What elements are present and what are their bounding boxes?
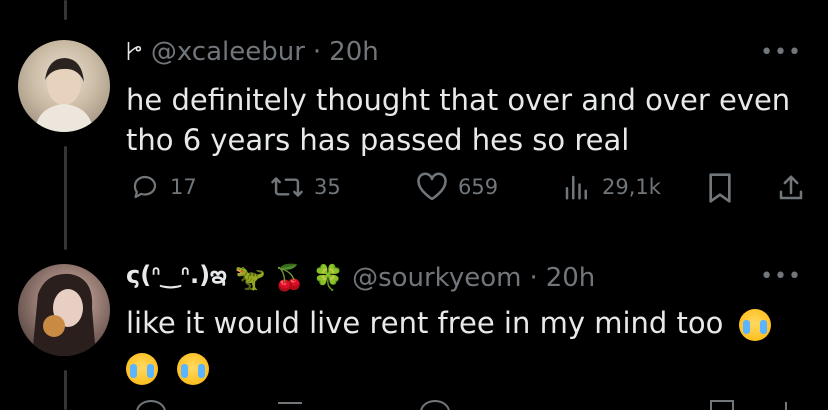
user-handle[interactable]: @sourkyeom — [352, 263, 521, 293]
retweet-icon[interactable] — [278, 402, 302, 410]
crying-emoji-icon — [738, 309, 771, 341]
tweet-header: ς(ᐢ‿ᐢ.)ఇ 🦖 🍒 🍀 @sourkyeom · 20h — [126, 261, 595, 295]
share-button[interactable] — [776, 172, 806, 204]
like-count: 659 — [458, 175, 499, 199]
share-icon[interactable] — [785, 402, 787, 410]
views-button[interactable]: 29,1k — [562, 172, 661, 202]
tweet-text: he definitely thought that over and over… — [126, 80, 790, 160]
clover-emoji-icon: 🍀 — [312, 263, 345, 292]
dot-separator: · — [312, 37, 322, 67]
tweet-actions: 17 35 659 29,1k — [130, 172, 810, 212]
user-handle[interactable]: @xcaleebur — [151, 37, 305, 67]
tweet-text-line — [126, 347, 771, 387]
reply-icon[interactable] — [136, 400, 166, 410]
timestamp[interactable]: 20h — [546, 263, 596, 293]
display-name[interactable]: ς(ᐢ‿ᐢ.)ఇ — [126, 261, 227, 295]
timestamp[interactable]: 20h — [329, 37, 379, 67]
views-bar-icon — [565, 175, 587, 200]
tweet-text-line: tho 6 years has passed hes so real — [126, 123, 630, 157]
view-count: 29,1k — [602, 175, 661, 199]
retweet-icon — [271, 177, 303, 197]
thread-connector-top — [64, 0, 67, 20]
retweet-button[interactable]: 35 — [270, 172, 341, 202]
reply-button[interactable]: 17 — [130, 172, 197, 202]
tweet-text: like it would live rent free in my mind … — [126, 303, 771, 387]
avatar[interactable] — [18, 264, 110, 356]
heart-icon[interactable] — [420, 400, 450, 410]
like-button[interactable]: 659 — [416, 172, 498, 202]
more-options-button[interactable]: ••• — [760, 40, 802, 65]
tweet-actions-partial — [130, 400, 810, 410]
more-horizontal-icon: ••• — [760, 264, 802, 289]
reply-icon — [133, 175, 157, 199]
avatar-portrait — [34, 58, 94, 132]
dot-separator: · — [529, 263, 538, 293]
display-name-glyph[interactable]: ꔵ — [126, 37, 143, 67]
retweet-count: 35 — [314, 175, 341, 199]
more-options-button[interactable]: ••• — [760, 264, 802, 289]
bookmark-button[interactable] — [706, 172, 734, 204]
thread-connector-bottom — [64, 370, 67, 410]
tweet-text-line: like it would live rent free in my mind … — [126, 303, 771, 343]
share-icon — [779, 175, 803, 200]
heart-icon — [417, 172, 447, 201]
tweet-text-line: he definitely thought that over and over… — [126, 83, 791, 117]
bookmark-icon[interactable] — [710, 400, 734, 410]
crying-emoji-icon — [126, 353, 158, 385]
thread-connector-middle — [64, 146, 67, 250]
avatar-portrait — [32, 273, 96, 356]
avatar[interactable] — [18, 40, 110, 132]
reply-count: 17 — [170, 175, 197, 199]
cherries-emoji-icon: 🍒 — [273, 263, 305, 292]
more-horizontal-icon: ••• — [760, 40, 802, 65]
tweet-header: ꔵ @xcaleebur · 20h — [126, 37, 379, 67]
dinosaur-emoji-icon: 🦖 — [234, 263, 266, 292]
crying-emoji-icon — [177, 353, 210, 385]
tweet-text-content: like it would live rent free in my mind … — [126, 306, 724, 340]
bookmark-icon — [709, 173, 731, 203]
